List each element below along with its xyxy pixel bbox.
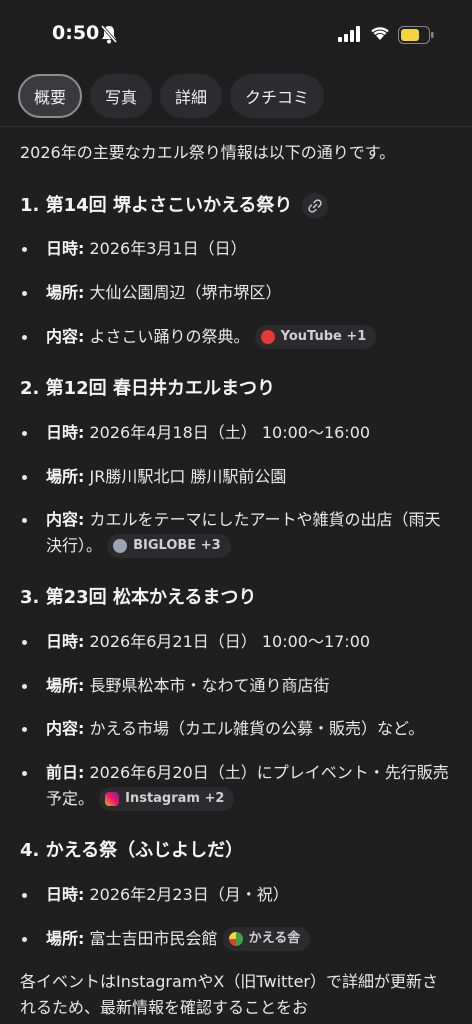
event-heading: 4. かえる祭（ふじよしだ） bbox=[20, 837, 452, 866]
list-item: 日時: 2026年6月21日（日） 10:00〜17:00 bbox=[20, 629, 452, 655]
item-text: 2026年4月18日（土） 10:00〜16:00 bbox=[84, 422, 371, 442]
item-text: 2026年2月23日（月・祝） bbox=[84, 884, 289, 904]
item-text: よさこい踊りの祭典。 bbox=[84, 326, 250, 346]
intro-text: 2026年の主要なカエル祭り情報は以下の通りです。 bbox=[20, 143, 396, 162]
item-text: 長野県松本市・なわて通り商店街 bbox=[84, 675, 330, 695]
wifi-icon bbox=[371, 27, 389, 40]
item-text: JR勝川駅北口 勝川駅前公園 bbox=[84, 466, 287, 486]
item-text: 2026年6月21日（日） 10:00〜17:00 bbox=[84, 632, 371, 652]
chip-label: BIGLOBE +3 bbox=[133, 538, 221, 554]
status-time: 0:50 bbox=[52, 22, 100, 44]
item-label: 内容: bbox=[46, 510, 85, 530]
list-item: 場所: JR勝川駅北口 勝川駅前公園 bbox=[20, 464, 452, 490]
item-text: 大仙公園周辺（堺市堺区） bbox=[84, 282, 282, 302]
tab-photos[interactable]: 写真 bbox=[90, 74, 153, 118]
item-label: 日時: bbox=[46, 239, 85, 259]
event-title: 4. かえる祭（ふじよしだ） bbox=[20, 840, 244, 862]
cellular-signal-icon bbox=[338, 26, 360, 42]
event-heading: 3. 第23回 松本かえるまつり bbox=[20, 584, 452, 613]
item-text: 富士吉田市民会館 bbox=[84, 928, 218, 948]
item-label: 日時: bbox=[46, 884, 85, 904]
list-item: 日時: 2026年3月1日（日） bbox=[20, 236, 452, 262]
item-label: 内容: bbox=[46, 719, 85, 739]
tab-reviews[interactable]: クチコミ bbox=[230, 74, 325, 118]
chip-label: Instagram +2 bbox=[125, 791, 225, 807]
item-text: 2026年3月1日（日） bbox=[84, 239, 247, 259]
list-item: 内容: カエルをテーマにしたアートや雑貨の出店（雨天決行）。 BIGLOBE +… bbox=[20, 507, 452, 559]
tab-bar: 概要 写真 詳細 クチコミ bbox=[18, 74, 325, 118]
tab-details[interactable]: 詳細 bbox=[160, 74, 223, 118]
item-text: カエルをテーマにしたアートや雑貨の出店（雨天決行）。 bbox=[46, 510, 441, 555]
tab-divider bbox=[0, 126, 472, 127]
item-label: 場所: bbox=[46, 466, 85, 486]
event-heading: 2. 第12回 春日井カエルまつり bbox=[20, 375, 452, 404]
chip-label: かえる舎 bbox=[248, 931, 301, 946]
status-bar: 0:50 bbox=[0, 0, 472, 70]
event-heading: 1. 第14回 堺よさこいかえる祭り bbox=[20, 192, 452, 221]
tab-overview[interactable]: 概要 bbox=[18, 74, 83, 118]
event-title: 3. 第23回 松本かえるまつり bbox=[20, 587, 257, 609]
list-item: 内容: かえる市場（カエル雑貨の公募・販売）など。 bbox=[20, 716, 452, 742]
item-label: 前日: bbox=[46, 762, 85, 782]
event-title: 1. 第14回 堺よさこいかえる祭り bbox=[20, 194, 293, 216]
source-chip-kaerusha[interactable]: かえる舎 bbox=[222, 927, 311, 951]
globe-icon bbox=[113, 539, 128, 554]
list-item: 日時: 2026年2月23日（月・祝） bbox=[20, 882, 452, 908]
source-chip-instagram[interactable]: Instagram +2 bbox=[99, 787, 235, 812]
item-label: 場所: bbox=[46, 928, 85, 948]
link-icon[interactable] bbox=[302, 192, 329, 219]
footer-text: 各イベントはInstagramやX（旧Twitter）で詳細が更新されるため、最… bbox=[20, 972, 438, 1017]
item-label: 内容: bbox=[46, 326, 85, 346]
chip-label: YouTube +1 bbox=[280, 329, 367, 345]
source-chip-youtube[interactable]: YouTube +1 bbox=[254, 325, 377, 350]
item-text: かえる市場（カエル雑貨の公募・販売）など。 bbox=[84, 719, 425, 739]
list-item: 内容: よさこい踊りの祭典。 YouTube +1 bbox=[20, 324, 452, 350]
item-label: 場所: bbox=[46, 282, 85, 302]
list-item: 場所: 富士吉田市民会館 かえる舎 bbox=[20, 926, 452, 952]
item-label: 場所: bbox=[46, 675, 85, 695]
item-label: 日時: bbox=[46, 422, 85, 442]
list-item: 日時: 2026年4月18日（土） 10:00〜16:00 bbox=[20, 420, 452, 446]
youtube-icon bbox=[260, 330, 275, 345]
list-item: 前日: 2026年6月20日（土）にプレイベント・先行販売予定。 Instagr… bbox=[20, 760, 452, 812]
bell-muted-icon bbox=[100, 25, 118, 44]
main-content: 2026年の主要なカエル祭り情報は以下の通りです。 1. 第14回 堺よさこいか… bbox=[20, 140, 452, 1020]
list-item: 場所: 長野県松本市・なわて通り商店街 bbox=[20, 673, 452, 699]
item-label: 日時: bbox=[46, 632, 85, 652]
source-chip-biglobe[interactable]: BIGLOBE +3 bbox=[107, 534, 231, 559]
event-title: 2. 第12回 春日井カエルまつり bbox=[20, 378, 275, 400]
instagram-icon bbox=[105, 792, 120, 807]
list-item: 場所: 大仙公園周辺（堺市堺区） bbox=[20, 280, 452, 306]
battery-icon bbox=[398, 26, 434, 44]
frog-logo-icon bbox=[228, 932, 243, 946]
